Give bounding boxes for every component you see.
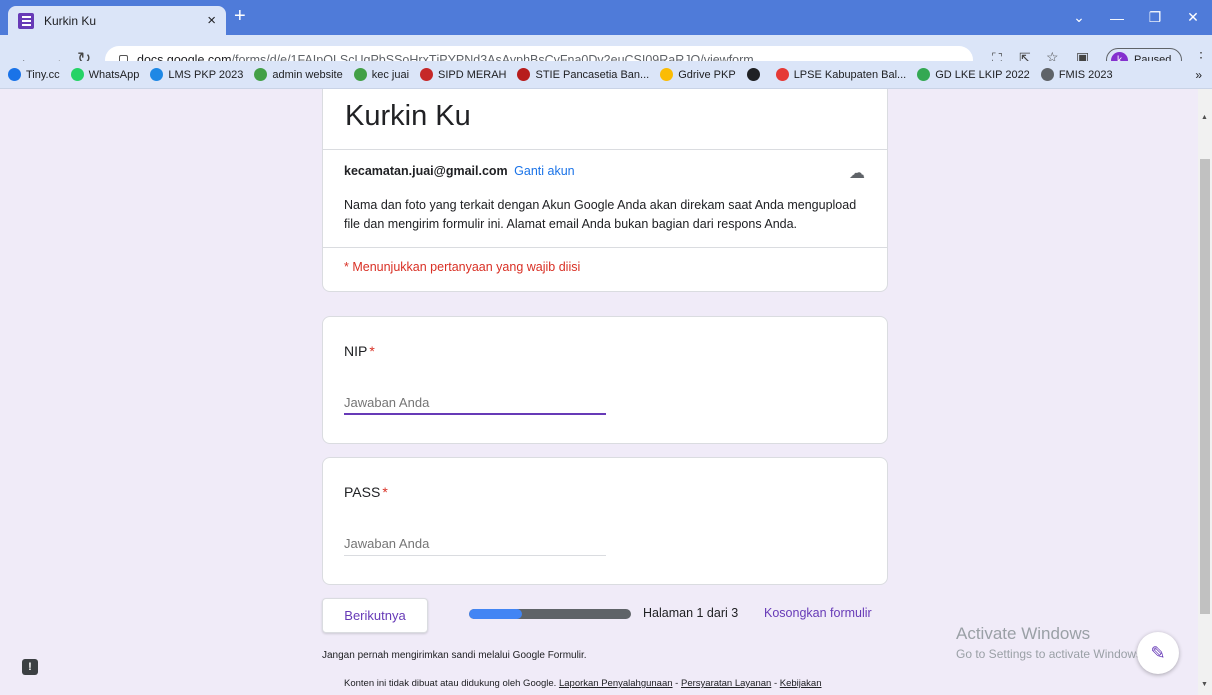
- bookmark-item[interactable]: admin website: [254, 68, 343, 81]
- activate-subtitle: Go to Settings to activate Windows.: [956, 647, 1146, 661]
- bookmark-label: admin website: [272, 68, 343, 81]
- bookmark-label: Tiny.cc: [26, 68, 60, 81]
- bookmark-item[interactable]: Tiny.cc: [8, 68, 60, 81]
- tab-close-icon[interactable]: ×: [207, 12, 216, 29]
- scroll-up-arrow[interactable]: ▲: [1201, 114, 1208, 121]
- new-tab-button[interactable]: +: [234, 5, 246, 28]
- question-label: PASS *: [344, 484, 388, 500]
- minimize-icon[interactable]: —: [1098, 0, 1136, 35]
- scrollbar[interactable]: ▲ ▼: [1198, 89, 1212, 695]
- bookmark-favicon-icon: [254, 68, 268, 81]
- tab-strip: Kurkin Ku × + ⌄ — ❐ ✕: [0, 0, 1212, 35]
- bookmark-favicon-icon: [150, 68, 164, 81]
- question-card-nip: NIP *: [322, 316, 888, 444]
- bookmark-favicon-icon: [517, 68, 531, 81]
- tab-search-icon[interactable]: ⌄: [1060, 0, 1098, 35]
- terms-link[interactable]: Persyaratan Layanan: [681, 678, 771, 689]
- required-asterisk: *: [382, 484, 388, 500]
- account-email: kecamatan.juai@gmail.com: [344, 164, 508, 178]
- edit-pencil-icon[interactable]: ✎: [1137, 632, 1179, 674]
- question-card-pass: PASS *: [322, 457, 888, 585]
- divider: [323, 149, 887, 150]
- nip-input[interactable]: [344, 391, 606, 415]
- required-note: * Menunjukkan pertanyaan yang wajib diis…: [344, 260, 581, 274]
- bookmark-item[interactable]: FMIS 2023: [1040, 68, 1113, 81]
- activate-title: Activate Windows: [956, 624, 1091, 643]
- form-header-card: Kurkin Ku kecamatan.juai@gmail.com Ganti…: [322, 89, 888, 292]
- bookmark-item[interactable]: Gdrive PKP: [660, 68, 736, 81]
- scroll-thumb[interactable]: [1200, 159, 1210, 614]
- bookmark-favicon-icon: [8, 68, 21, 81]
- bookmark-label: Gdrive PKP: [678, 68, 736, 81]
- policy-link[interactable]: Kebijakan: [780, 678, 822, 689]
- bookmark-label: SIPD MERAH: [438, 68, 507, 81]
- bookmark-item[interactable]: GD LKE LKIP 2022: [917, 68, 1030, 81]
- bookmark-favicon-icon: [1040, 68, 1054, 81]
- bookmarks-overflow-icon[interactable]: »: [1195, 68, 1202, 82]
- tab-title: Kurkin Ku: [44, 13, 97, 28]
- feedback-icon[interactable]: !: [22, 659, 38, 675]
- footer-disclaimer: Konten ini tidak dibuat atau didukung ol…: [344, 678, 822, 689]
- bookmark-item[interactable]: SIPD MERAH: [420, 68, 506, 81]
- bookmark-item[interactable]: LMS PKP 2023: [150, 68, 243, 81]
- report-abuse-link[interactable]: Laporkan Penyalahgunaan: [559, 678, 673, 689]
- google-forms-icon: [18, 12, 34, 29]
- bookmark-item[interactable]: LPSE Kabupaten Bal...: [775, 68, 907, 81]
- bookmark-label: STIE Pancasetia Ban...: [535, 68, 650, 81]
- bookmark-item[interactable]: kec juai: [353, 68, 410, 81]
- bookmark-favicon-icon: [775, 68, 789, 81]
- progress-bar: [469, 609, 631, 619]
- bookmark-label: LMS PKP 2023: [168, 68, 244, 81]
- browser-tab[interactable]: Kurkin Ku ×: [8, 6, 226, 35]
- bookmark-label: kec juai: [371, 68, 410, 81]
- divider: [323, 247, 887, 248]
- form-title: Kurkin Ku: [345, 100, 471, 132]
- account-notice: Nama dan foto yang terkait dengan Akun G…: [344, 198, 857, 231]
- bookmark-favicon-icon: [660, 68, 674, 81]
- footer-warning: Jangan pernah mengirimkan sandi melalui …: [322, 650, 587, 661]
- disclaimer-text: Konten ini tidak dibuat atau didukung ol…: [344, 678, 557, 689]
- close-window-icon[interactable]: ✕: [1174, 0, 1212, 35]
- bookmark-favicon-icon: [353, 68, 367, 81]
- question-title: NIP: [344, 343, 368, 359]
- question-label: NIP *: [344, 343, 375, 359]
- required-asterisk: *: [369, 343, 375, 359]
- next-button[interactable]: Berikutnya: [322, 598, 428, 633]
- bookmark-item[interactable]: [746, 68, 765, 81]
- bookmark-favicon-icon: [70, 68, 84, 81]
- bookmark-favicon-icon: [917, 68, 931, 81]
- bookmark-favicon-icon: [746, 68, 760, 81]
- bookmarks-bar: Tiny.cc WhatsApp LMS PKP 2023 admin website…: [0, 61, 1212, 89]
- clear-form-button[interactable]: Kosongkan formulir: [764, 606, 872, 620]
- activate-windows-watermark: Activate Windows Go to Settings to activ…: [956, 624, 1145, 661]
- bookmark-label: FMIS 2023: [1058, 68, 1113, 81]
- cloud-saved-icon: ☁: [849, 165, 865, 182]
- form-page: Kurkin Ku kecamatan.juai@gmail.com Ganti…: [0, 89, 1198, 695]
- bookmark-favicon-icon: [420, 68, 434, 81]
- progress-fill: [469, 609, 523, 619]
- bookmark-label: GD LKE LKIP 2022: [935, 68, 1030, 81]
- page-indicator: Halaman 1 dari 3: [643, 606, 739, 620]
- pass-input[interactable]: [344, 532, 606, 556]
- bookmark-label: LPSE Kabupaten Bal...: [793, 68, 907, 81]
- bookmark-item[interactable]: WhatsApp: [70, 68, 140, 81]
- bookmark-item[interactable]: STIE Pancasetia Ban...: [517, 68, 649, 81]
- question-title: PASS: [344, 484, 381, 500]
- account-info: kecamatan.juai@gmail.com Ganti akun: [344, 164, 575, 178]
- restore-icon[interactable]: ❐: [1136, 0, 1174, 35]
- switch-account-link[interactable]: Ganti akun: [514, 164, 574, 178]
- scroll-down-arrow[interactable]: ▼: [1201, 681, 1208, 688]
- bookmark-label: WhatsApp: [88, 68, 140, 81]
